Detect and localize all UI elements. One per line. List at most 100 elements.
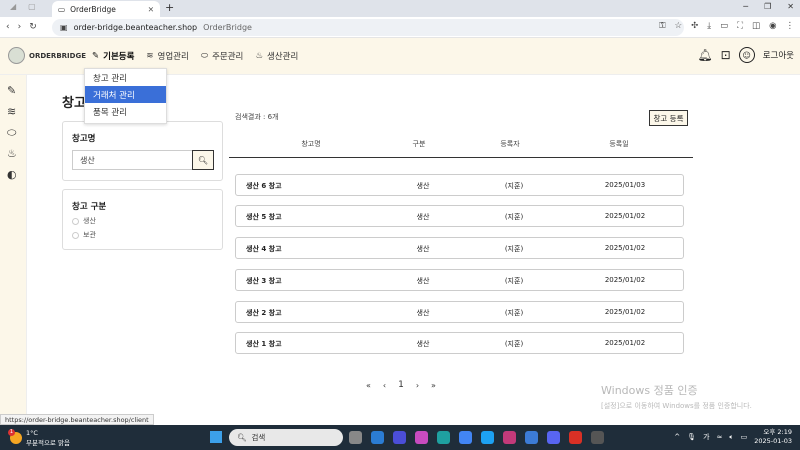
download-icon[interactable]: ⤓ [707, 21, 711, 31]
minimize-icon[interactable]: ─ [743, 2, 748, 11]
back-icon[interactable]: ‹ [6, 22, 10, 32]
first-page-button[interactable]: « [366, 381, 371, 390]
key-icon[interactable]: ⚿ [659, 21, 665, 31]
site-info-icon[interactable]: ▣ [60, 23, 68, 32]
browser-tabbar: ◢ ▢ ▭ OrderBridge ✕ + ─ ❐ ✕ [0, 0, 800, 17]
address-bar[interactable]: ▣ order-bridge.beanteacher.shop OrderBri… [52, 19, 684, 36]
bookmark-star-icon[interactable]: ☆ [675, 21, 683, 31]
table-row[interactable]: 생산 2 창고 생산 (지훈) 2025/01/02 [235, 301, 684, 323]
bird-app-icon[interactable] [481, 431, 494, 444]
side-rail: ✎ ≋ ⬭ ♨ ◐ [0, 75, 27, 415]
cell-name: 생산 5 창고 [246, 213, 282, 221]
current-page[interactable]: 1 [398, 380, 404, 390]
close-window-icon[interactable]: ✕ [787, 2, 794, 11]
tab-search-icon[interactable]: ◢ [10, 2, 16, 11]
media-icon[interactable]: ▭ [720, 21, 728, 31]
add-warehouse-button[interactable]: 창고 등록 [649, 110, 688, 126]
red-app-icon[interactable] [569, 431, 582, 444]
task-view-icon[interactable] [349, 431, 362, 444]
taskbar-search[interactable]: 🔍︎ 검색 [229, 429, 343, 446]
browser-toolbar: ‹ › ↻ ▣ order-bridge.beanteacher.shop Or… [0, 17, 800, 38]
cell-date: 2025/01/03 [604, 181, 646, 189]
nav-orders[interactable]: ⬭ 주문관리 [201, 50, 244, 62]
github-icon[interactable] [591, 431, 604, 444]
search-button[interactable]: 🔍︎ [192, 150, 214, 170]
app-logo[interactable]: ORDERBRIDGE [8, 47, 86, 64]
split-icon[interactable]: ◫ [752, 21, 760, 31]
copilot-icon[interactable] [393, 431, 406, 444]
menu-icon[interactable]: ⋮ [786, 21, 795, 31]
chrome-icon[interactable] [459, 431, 472, 444]
side-pill-icon[interactable]: ⬭ [7, 126, 16, 140]
prev-page-button[interactable]: ‹ [383, 381, 386, 390]
robot-icon[interactable]: ⊡ [721, 48, 731, 62]
type-option-storage[interactable]: 보관 [72, 230, 96, 240]
ime-indicator[interactable]: 가 [703, 432, 709, 442]
tab-overview-icon[interactable]: ▢ [28, 2, 36, 11]
cell-name: 생산 2 창고 [246, 309, 282, 317]
warehouse-name-input[interactable]: 생산 [72, 150, 193, 170]
table-row[interactable]: 생산 4 창고 생산 (지훈) 2025/01/02 [235, 237, 684, 259]
cell-type: 생산 [416, 245, 430, 253]
bell-icon[interactable]: 🔔︎ [697, 48, 712, 62]
column-header: 등록일 [609, 140, 629, 148]
cell-type: 생산 [416, 340, 430, 348]
discord-icon[interactable] [547, 431, 560, 444]
menu-item-product[interactable]: 품목 관리 [85, 103, 166, 120]
weather-widget[interactable]: 1 1°C 부분적으로 맑음 [8, 429, 70, 447]
nav-label: 기본등록 [103, 52, 135, 62]
next-page-button[interactable]: › [416, 381, 419, 390]
filter-type-heading: 창고 구분 [72, 202, 107, 212]
cell-registrant: (지훈) [504, 182, 524, 190]
menu-item-client[interactable]: 거래처 관리 [85, 86, 166, 103]
restore-icon[interactable]: ❐ [764, 2, 771, 11]
page-favicon-icon: ▭ [58, 4, 66, 14]
menu-item-warehouse[interactable]: 창고 관리 [85, 69, 166, 86]
table-row[interactable]: 생산 5 창고 생산 (지훈) 2025/01/02 [235, 205, 684, 227]
logo-mark-icon [8, 47, 25, 64]
cell-type: 생산 [416, 277, 430, 285]
app-icon[interactable] [415, 431, 428, 444]
wifi-icon[interactable]: ≈ [717, 433, 723, 441]
mic-icon[interactable]: 🎙︎ [687, 433, 696, 441]
browser-tab[interactable]: ▭ OrderBridge ✕ [52, 1, 160, 17]
nav-basic-registration[interactable]: ✎ 기본등록 [92, 50, 134, 62]
cell-type: 생산 [416, 309, 430, 317]
screenshot-icon[interactable]: ⛶ [737, 21, 743, 31]
system-tray: ^ 🎙︎ 가 ≈ 🔈︎ ▭ 오후 2:19 2025-01-03 [674, 428, 792, 446]
edge-icon[interactable] [437, 431, 450, 444]
column-header: 구분 [412, 140, 426, 148]
nav-label: 영업관리 [157, 52, 189, 62]
clock-date: 2025-01-03 [754, 437, 792, 445]
windows-start-icon[interactable] [210, 431, 222, 443]
logout-button[interactable]: 로그아웃 [763, 49, 794, 61]
side-palette-icon[interactable]: ◐ [7, 168, 17, 181]
header-actions: 🔔︎ ⊡ ☺ 로그아웃 [697, 47, 794, 63]
terminal-icon[interactable] [525, 431, 538, 444]
forward-icon[interactable]: › [18, 22, 22, 32]
volume-icon[interactable]: 🔈︎ [729, 433, 733, 442]
battery-icon[interactable]: ▭ [741, 433, 748, 441]
extension-icon[interactable]: ✣ [691, 21, 698, 31]
user-avatar-icon[interactable]: ☺ [738, 47, 755, 63]
outlook-icon[interactable] [371, 431, 384, 444]
profile-icon[interactable]: ◉ [769, 21, 776, 31]
radio-icon [72, 231, 79, 239]
close-tab-icon[interactable]: ✕ [148, 5, 154, 14]
new-tab-button[interactable]: + [165, 1, 174, 14]
tray-chevron-icon[interactable]: ^ [674, 433, 680, 441]
nav-sales[interactable]: ≋ 영업관리 [146, 50, 188, 62]
side-edit-icon[interactable]: ✎ [7, 84, 16, 97]
table-row[interactable]: 생산 1 창고 생산 (지훈) 2025/01/02 [235, 332, 684, 354]
type-option-production[interactable]: 생산 [72, 216, 96, 226]
reload-icon[interactable]: ↻ [29, 22, 37, 32]
clock[interactable]: 오후 2:19 2025-01-03 [754, 428, 792, 446]
last-page-button[interactable]: » [431, 381, 436, 390]
table-row[interactable]: 생산 3 창고 생산 (지훈) 2025/01/02 [235, 269, 684, 291]
nav-production[interactable]: ♨ 생산관리 [255, 50, 298, 62]
table-row[interactable]: 생산 6 창고 생산 (지훈) 2025/01/03 [235, 174, 684, 196]
side-pot-icon[interactable]: ♨ [7, 147, 17, 160]
browser-extensions: ⚿ ☆ ✣ ⤓ ▭ ⛶ ◫ ◉ ⋮ [659, 21, 794, 31]
editor-icon[interactable] [503, 431, 516, 444]
side-layers-icon[interactable]: ≋ [7, 105, 16, 118]
